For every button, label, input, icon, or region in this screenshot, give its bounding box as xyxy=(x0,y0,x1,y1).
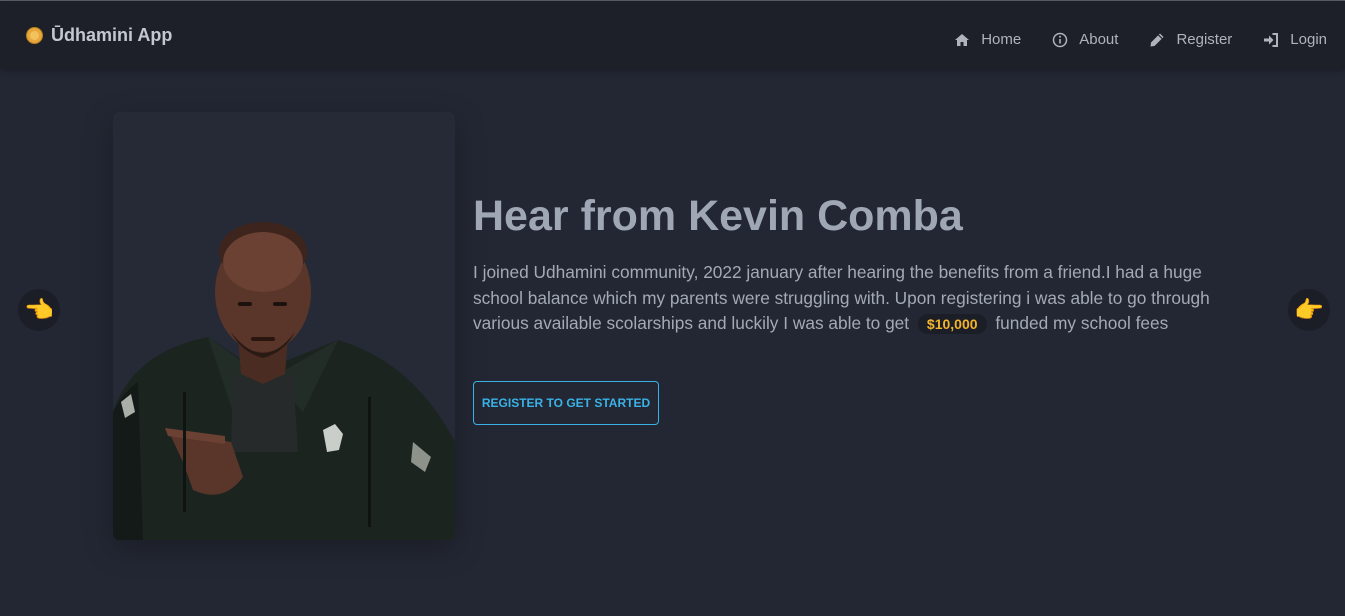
amount-badge: $10,000 xyxy=(917,314,987,334)
nav-menu: Home About Register Login xyxy=(954,31,1327,48)
home-icon xyxy=(955,33,970,46)
nav-label-login: Login xyxy=(1290,31,1327,48)
nav-item-home[interactable]: Home xyxy=(954,31,1021,48)
nav-label-home: Home xyxy=(981,31,1022,48)
pointing-right-icon: 👉 xyxy=(1294,296,1324,324)
nav-label-about: About xyxy=(1079,31,1119,48)
testimonial-text-end: funded my school fees xyxy=(995,313,1169,333)
info-icon xyxy=(1052,32,1068,47)
carousel-next-button[interactable]: 👉 xyxy=(1288,289,1330,331)
nav-item-about[interactable]: About xyxy=(1052,31,1118,48)
testimonial-text: I joined Udhamini community, 2022 januar… xyxy=(473,260,1248,337)
pencil-icon xyxy=(1150,33,1164,46)
brand[interactable]: Ūdhamini App xyxy=(26,25,172,46)
nav-item-login[interactable]: Login xyxy=(1263,31,1327,48)
navbar: Ūdhamini App Home About Register Login xyxy=(0,1,1345,69)
carousel-prev-button[interactable]: 👈 xyxy=(18,289,60,331)
coin-icon xyxy=(26,27,43,44)
nav-label-register: Register xyxy=(1176,31,1233,48)
brand-name: Ūdhamini App xyxy=(51,25,173,45)
person-photo xyxy=(113,222,455,540)
testimonial-title: Hear from Kevin Comba xyxy=(473,192,963,240)
testimonial-photo xyxy=(113,112,455,540)
pointing-left-icon: 👈 xyxy=(24,296,54,324)
nav-item-register[interactable]: Register xyxy=(1149,31,1232,48)
sign-in-icon xyxy=(1264,32,1279,47)
register-cta-button[interactable]: REGISTER TO GET STARTED xyxy=(473,381,659,425)
